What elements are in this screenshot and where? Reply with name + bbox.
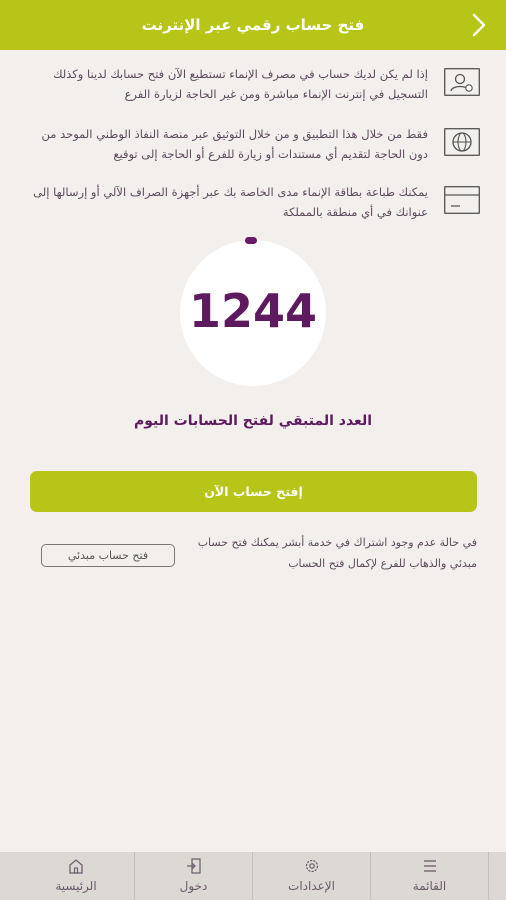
accounts-counter: 1244 — [180, 237, 326, 386]
nav-menu[interactable]: القائمة — [371, 852, 488, 900]
info-text: إذا لم يكن لديك حساب في مصرف الإنماء تست… — [53, 67, 428, 101]
info-row-nafath: فقط من خلال هذا التطبيق و من خلال التوثي… — [30, 127, 480, 168]
user-id-icon — [444, 68, 480, 96]
counter-progress-dot — [245, 237, 257, 244]
nav-menu-label: القائمة — [412, 879, 447, 893]
nav-login[interactable]: دخول — [135, 852, 252, 900]
nav-home[interactable]: الرئيسية — [18, 852, 134, 900]
home-icon — [69, 859, 83, 874]
bottom-nav: الرئيسية دخول الإعدادات القائمة — [0, 852, 506, 900]
open-account-button[interactable]: إفتح حساب الآن — [30, 471, 477, 512]
page-title: فتح حساب رقمي عبر الإنترنت — [141, 16, 365, 34]
nav-login-label: دخول — [179, 879, 208, 893]
app-header: فتح حساب رقمي عبر الإنترنت — [0, 0, 506, 50]
info-text: يمكنك طباعة بطاقة الإنماء مدى الخاصة بك … — [33, 185, 428, 219]
chevron-right-icon[interactable] — [466, 12, 492, 38]
nav-home-label: الرئيسية — [55, 879, 97, 893]
login-icon — [186, 858, 201, 874]
gear-icon — [305, 859, 318, 873]
info-row-no-account: إذا لم يكن لديك حساب في مصرف الإنماء تست… — [30, 67, 480, 108]
nav-settings-label: الإعدادات — [288, 879, 335, 893]
open-basic-account-button[interactable]: فتح حساب مبدئي — [41, 544, 175, 567]
counter-label: العدد المتبقي لفتح الحسابات اليوم — [133, 413, 372, 429]
info-text: فقط من خلال هذا التطبيق و من خلال التوثي… — [41, 127, 429, 161]
info-row-card: يمكنك طباعة بطاقة الإنماء مدى الخاصة بك … — [30, 185, 480, 226]
nav-divider — [488, 852, 489, 900]
card-icon — [444, 186, 480, 214]
nav-settings[interactable]: الإعدادات — [253, 852, 370, 900]
globe-icon — [444, 128, 480, 156]
menu-icon — [423, 860, 436, 872]
counter-value: 1244 — [188, 284, 318, 338]
absher-note: في حالة عدم وجود اشتراك في خدمة أبشر يمك… — [197, 536, 477, 570]
